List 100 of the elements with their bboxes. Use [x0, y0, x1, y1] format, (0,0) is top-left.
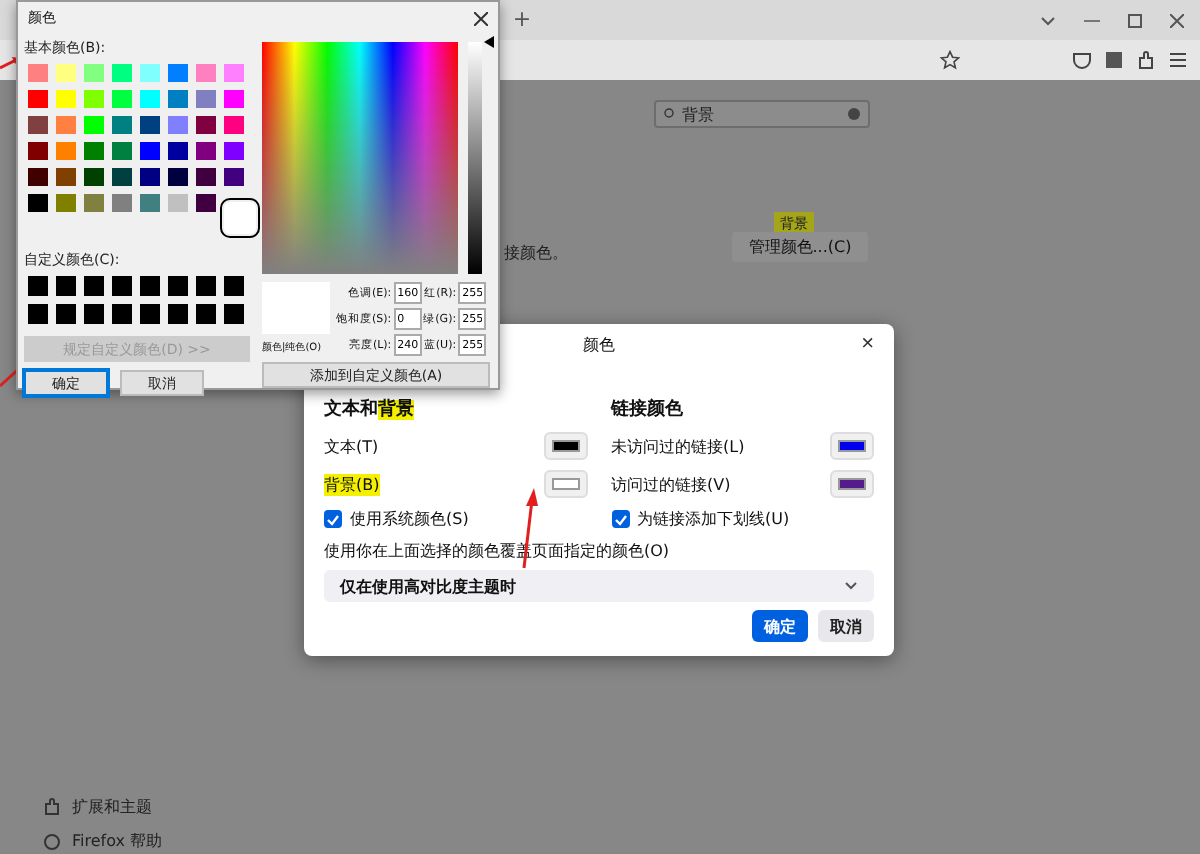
- chevron-down-icon[interactable]: [1040, 15, 1056, 25]
- color-label: 未访问过的链接(L): [611, 435, 745, 457]
- color-swatch[interactable]: [196, 116, 216, 134]
- color-swatch[interactable]: [84, 142, 104, 160]
- color-swatch[interactable]: [112, 90, 132, 108]
- color-swatch[interactable]: [168, 304, 188, 324]
- ok-button[interactable]: 确定: [752, 610, 808, 642]
- new-tab-button[interactable]: +: [508, 6, 536, 34]
- color-swatch[interactable]: [224, 168, 244, 186]
- checkbox-label[interactable]: 使用系统颜色(S): [350, 508, 469, 530]
- color-swatch[interactable]: [140, 276, 160, 296]
- color-swatch[interactable]: [224, 90, 244, 108]
- color-swatch[interactable]: [224, 276, 244, 296]
- manage-colors-button[interactable]: 管理颜色...(C): [732, 232, 868, 262]
- color-swatch[interactable]: [56, 304, 76, 324]
- color-swatch[interactable]: [168, 168, 188, 186]
- color-swatch[interactable]: [196, 276, 216, 296]
- color-swatch[interactable]: [224, 304, 244, 324]
- color-swatch[interactable]: [84, 116, 104, 134]
- color-swatch[interactable]: [112, 276, 132, 296]
- sidebar-item[interactable]: Firefox 帮助: [72, 830, 163, 852]
- maximize-icon[interactable]: [1128, 13, 1142, 27]
- star-icon[interactable]: [940, 50, 960, 70]
- color-swatch[interactable]: [112, 116, 132, 134]
- color-swatch[interactable]: [84, 168, 104, 186]
- color-swatch[interactable]: [28, 142, 48, 160]
- color-button[interactable]: [543, 470, 587, 498]
- search-field[interactable]: 背景: [654, 100, 870, 128]
- slider-arrow-icon[interactable]: [484, 36, 495, 48]
- color-swatch[interactable]: [140, 304, 160, 324]
- override-dropdown[interactable]: 仅在使用高对比度主题时: [324, 570, 874, 602]
- section-heading: 文本和背景: [324, 396, 416, 422]
- checkbox-label[interactable]: 为链接添加下划线(U): [637, 508, 790, 530]
- color-swatch[interactable]: [84, 194, 104, 212]
- color-swatch[interactable]: [168, 194, 188, 212]
- color-swatch[interactable]: [84, 276, 104, 296]
- color-swatch[interactable]: [28, 116, 48, 134]
- annotation-arrow: [0, 56, 20, 72]
- close-button[interactable]: ×: [861, 330, 874, 358]
- minimize-icon[interactable]: [1084, 19, 1100, 21]
- color-swatch[interactable]: [140, 116, 160, 134]
- color-swatch[interactable]: [28, 276, 48, 296]
- close-icon[interactable]: [474, 11, 488, 25]
- section-heading: 链接颜色: [611, 396, 685, 422]
- color-swatch[interactable]: [56, 90, 76, 108]
- color-label: 背景(B): [324, 473, 380, 495]
- color-swatch[interactable]: [140, 142, 160, 160]
- color-swatch[interactable]: [140, 194, 160, 212]
- menu-icon[interactable]: [1168, 52, 1188, 68]
- clear-icon[interactable]: [848, 108, 860, 120]
- color-swatch[interactable]: [196, 90, 216, 108]
- color-swatch[interactable]: [56, 168, 76, 186]
- color-swatch[interactable]: [224, 142, 244, 160]
- color-button[interactable]: [830, 470, 874, 498]
- color-swatch[interactable]: [168, 90, 188, 108]
- close-icon[interactable]: [1170, 13, 1184, 27]
- color-swatch[interactable]: [84, 90, 104, 108]
- color-swatch[interactable]: [168, 116, 188, 134]
- color-swatch[interactable]: [56, 116, 76, 134]
- color-swatch[interactable]: [224, 116, 244, 134]
- color-swatch[interactable]: [196, 194, 216, 212]
- color-swatch[interactable]: [112, 168, 132, 186]
- cancel-button[interactable]: 取消: [818, 610, 874, 642]
- shield-icon[interactable]: [1072, 50, 1092, 70]
- color-swatch[interactable]: [84, 304, 104, 324]
- color-swatch[interactable]: [112, 194, 132, 212]
- color-swatch[interactable]: [28, 304, 48, 324]
- color-swatch[interactable]: [140, 90, 160, 108]
- color-swatch[interactable]: [168, 64, 188, 82]
- color-button[interactable]: [543, 432, 587, 460]
- color-swatch[interactable]: [168, 142, 188, 160]
- color-swatch[interactable]: [140, 168, 160, 186]
- color-swatch[interactable]: [140, 64, 160, 82]
- color-swatch[interactable]: [112, 142, 132, 160]
- color-swatch[interactable]: [56, 64, 76, 82]
- color-swatch[interactable]: [196, 142, 216, 160]
- color-swatch[interactable]: [84, 64, 104, 82]
- color-swatch[interactable]: [168, 276, 188, 296]
- color-swatch[interactable]: [196, 64, 216, 82]
- color-swatch[interactable]: [112, 64, 132, 82]
- checkbox[interactable]: [324, 510, 342, 528]
- checkbox[interactable]: [611, 510, 629, 528]
- account-icon[interactable]: [1104, 50, 1124, 70]
- color-swatch[interactable]: [196, 304, 216, 324]
- color-swatch[interactable]: [56, 194, 76, 212]
- color-swatch[interactable]: [224, 64, 244, 82]
- color-swatch[interactable]: [56, 276, 76, 296]
- sidebar-item[interactable]: 扩展和主题: [72, 796, 152, 818]
- color-swatch[interactable]: [112, 304, 132, 324]
- puzzle-icon[interactable]: [1136, 50, 1156, 70]
- color-swatch[interactable]: [28, 194, 48, 212]
- color-swatch[interactable]: [28, 90, 48, 108]
- color-swatch[interactable]: [196, 168, 216, 186]
- color-swatch[interactable]: [56, 142, 76, 160]
- color-swatch[interactable]: [28, 64, 48, 82]
- color-spectrum[interactable]: [262, 42, 459, 274]
- description-text: 接颜色。: [504, 242, 568, 264]
- color-swatch[interactable]: [224, 202, 256, 234]
- color-swatch[interactable]: [28, 168, 48, 186]
- color-button[interactable]: [830, 432, 874, 460]
